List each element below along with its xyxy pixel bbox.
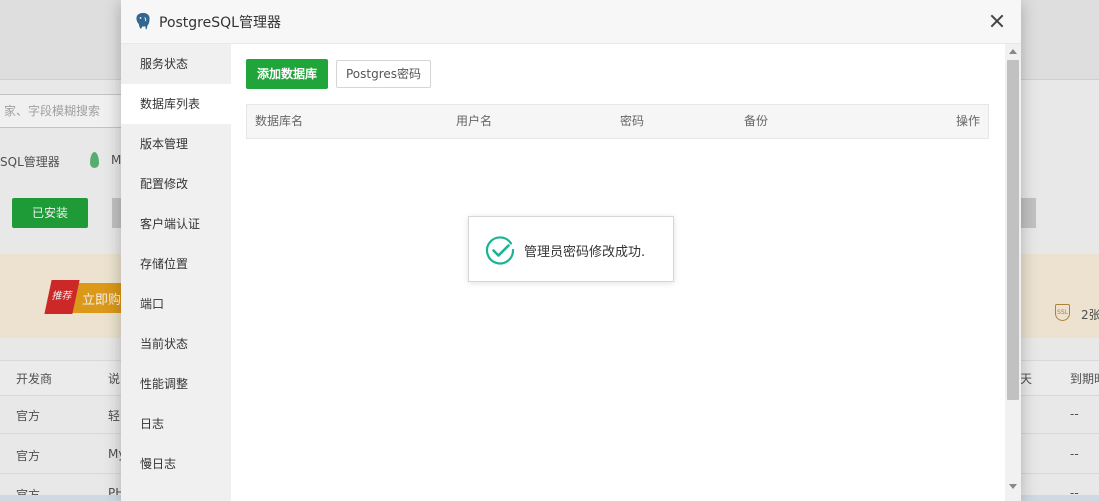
- scroll-up-arrow-icon[interactable]: [1009, 49, 1017, 54]
- nav-item-version-management[interactable]: 版本管理: [121, 124, 231, 164]
- col-actions: 操作: [956, 114, 981, 128]
- scroll-down-arrow-icon[interactable]: [1009, 484, 1017, 489]
- scroll-thumb[interactable]: [1007, 60, 1019, 400]
- nav-item-client-auth[interactable]: 客户端认证: [121, 204, 231, 244]
- col-database-name: 数据库名: [255, 114, 304, 128]
- nav-item-current-status[interactable]: 当前状态: [121, 324, 231, 364]
- col-username: 用户名: [456, 114, 493, 128]
- success-toast: 管理员密码修改成功.: [468, 216, 674, 282]
- toast-message: 管理员密码修改成功.: [524, 245, 646, 260]
- nav-item-port[interactable]: 端口: [121, 284, 231, 324]
- add-database-button[interactable]: 添加数据库: [246, 59, 328, 89]
- postgresql-elephant-icon: [135, 12, 151, 31]
- col-backup: 备份: [744, 114, 769, 128]
- nav-item-service-status[interactable]: 服务状态: [121, 44, 231, 84]
- nav-item-logs[interactable]: 日志: [121, 404, 231, 444]
- nav-item-performance-tuning[interactable]: 性能调整: [121, 364, 231, 404]
- close-icon[interactable]: [985, 10, 1009, 34]
- postgresql-manager-dialog: PostgreSQL管理器 服务状态 数据库列表 版本管理 配置修改 客户端认证…: [121, 0, 1021, 501]
- postgres-password-button[interactable]: Postgres密码: [336, 60, 431, 88]
- side-nav: 服务状态 数据库列表 版本管理 配置修改 客户端认证 存储位置 端口 当前状态 …: [121, 44, 231, 501]
- nav-item-database-list[interactable]: 数据库列表: [121, 84, 231, 124]
- col-password: 密码: [620, 114, 645, 128]
- database-list-panel: 添加数据库 Postgres密码 数据库名 用户名 密码 备份 操作 管理员密码…: [231, 44, 1005, 501]
- nav-item-storage-location[interactable]: 存储位置: [121, 244, 231, 284]
- dialog-header: PostgreSQL管理器: [121, 0, 1021, 44]
- database-table-header: 数据库名 用户名 密码 备份 操作: [246, 104, 989, 139]
- check-circle-icon: [485, 236, 515, 265]
- nav-item-config-edit[interactable]: 配置修改: [121, 164, 231, 204]
- nav-item-slow-logs[interactable]: 慢日志: [121, 444, 231, 484]
- vertical-scrollbar[interactable]: [1005, 44, 1021, 501]
- dialog-title: PostgreSQL管理器: [159, 15, 281, 31]
